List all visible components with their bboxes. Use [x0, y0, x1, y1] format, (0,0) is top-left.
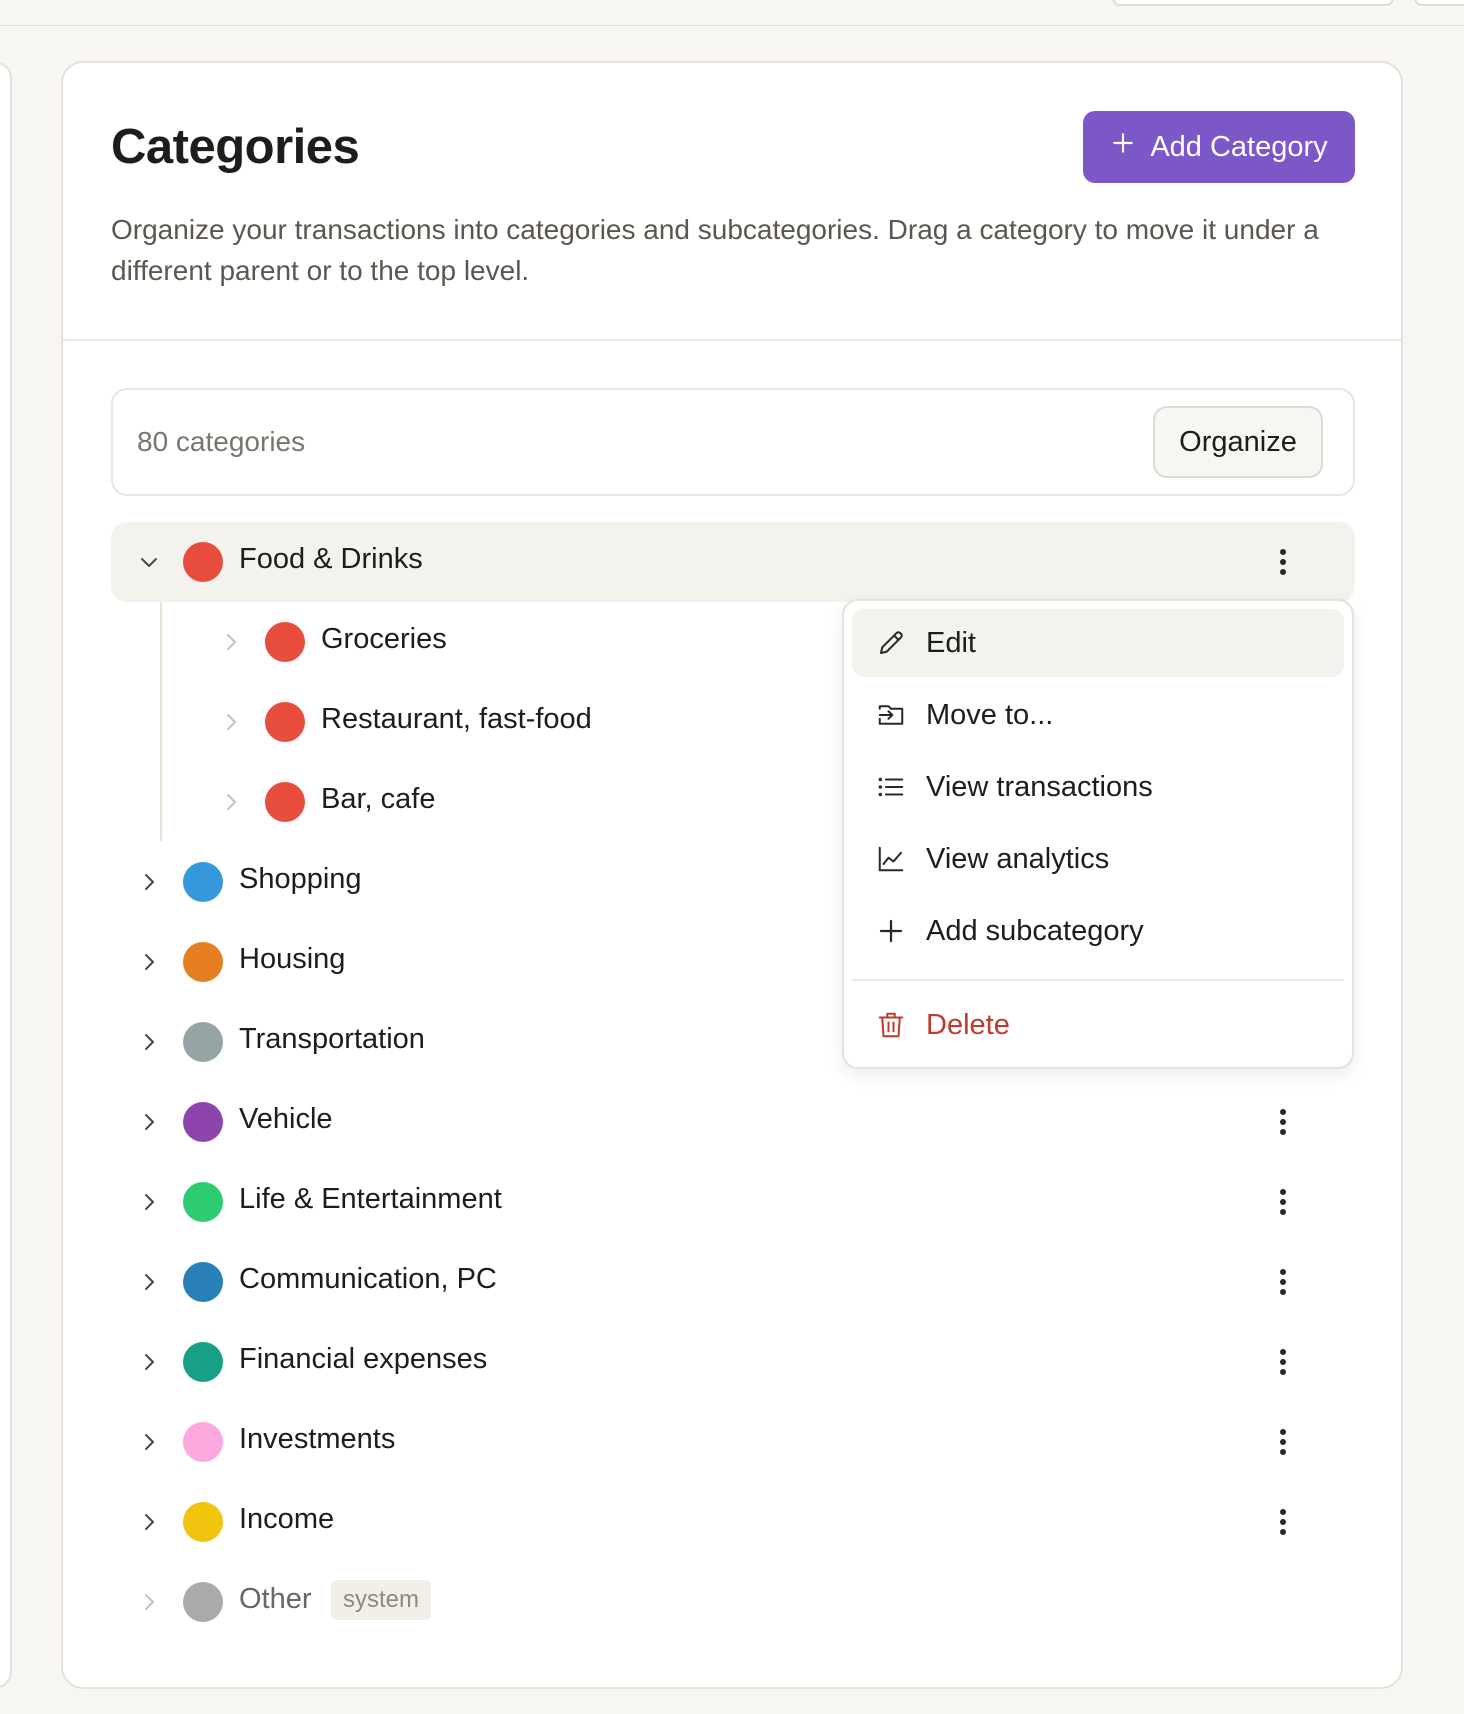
category-row[interactable]: Life & Entertainment — [111, 1162, 1355, 1242]
category-color-dot — [183, 1262, 223, 1302]
pencil-icon — [876, 628, 906, 658]
category-color-dot — [183, 1182, 223, 1222]
folder-move-icon — [876, 700, 906, 730]
category-label: Transportation — [239, 1023, 425, 1055]
chevron-right-icon[interactable] — [137, 1110, 161, 1134]
category-color-dot — [265, 622, 305, 662]
card-header: Categories Add Category Organize your tr… — [63, 63, 1401, 341]
menu-item-label: Delete — [926, 1009, 1010, 1041]
category-row[interactable]: Vehicle — [111, 1082, 1355, 1162]
add-category-button[interactable]: Add Category — [1083, 111, 1355, 183]
more-options-icon[interactable] — [1263, 1502, 1303, 1542]
category-color-dot — [265, 702, 305, 742]
menu-item-label: View transactions — [926, 771, 1153, 803]
category-label: Shopping — [239, 863, 362, 895]
chevron-right-icon[interactable] — [219, 790, 243, 814]
chevron-right-icon[interactable] — [137, 1030, 161, 1054]
list-icon — [876, 772, 906, 802]
more-options-icon[interactable] — [1263, 1102, 1303, 1142]
category-label: Food & Drinks — [239, 543, 423, 575]
category-color-dot — [265, 782, 305, 822]
chevron-right-icon[interactable] — [137, 1430, 161, 1454]
menu-item-edit[interactable]: Edit — [852, 609, 1344, 677]
category-label: Life & Entertainment — [239, 1183, 502, 1215]
side-panel — [0, 62, 12, 1688]
category-color-dot — [183, 1582, 223, 1622]
category-label: Other — [239, 1583, 312, 1615]
menu-item-view-analytics[interactable]: View analytics — [852, 825, 1344, 893]
plus-icon — [876, 916, 906, 946]
chevron-right-icon[interactable] — [137, 1510, 161, 1534]
chevron-down-icon[interactable] — [137, 550, 161, 574]
plus-icon — [1110, 130, 1136, 164]
category-row[interactable]: Financial expenses — [111, 1322, 1355, 1402]
page-title: Categories — [111, 120, 360, 174]
category-label: Income — [239, 1503, 335, 1535]
category-color-dot — [183, 1022, 223, 1062]
menu-item-label: Edit — [926, 627, 976, 659]
more-options-icon[interactable] — [1263, 542, 1303, 582]
category-color-dot — [183, 1422, 223, 1462]
trash-icon — [876, 1010, 906, 1040]
menu-item-label: Add subcategory — [926, 915, 1144, 947]
category-label: Vehicle — [239, 1103, 333, 1135]
menu-item-delete[interactable]: Delete — [852, 991, 1344, 1059]
category-row[interactable]: Income — [111, 1482, 1355, 1562]
category-row[interactable]: Food & Drinks — [111, 522, 1355, 602]
menu-item-add-subcategory[interactable]: Add subcategory — [852, 897, 1344, 965]
category-label: Investments — [239, 1423, 396, 1455]
chevron-right-icon[interactable] — [137, 950, 161, 974]
category-color-dot — [183, 1102, 223, 1142]
chevron-right-icon[interactable] — [137, 1590, 161, 1614]
page-description: Organize your transactions into categori… — [111, 214, 1319, 286]
category-row[interactable]: Investments — [111, 1402, 1355, 1482]
add-category-label: Add Category — [1150, 130, 1328, 163]
chevron-right-icon[interactable] — [219, 710, 243, 734]
category-label: Bar, cafe — [321, 783, 436, 815]
category-label: Housing — [239, 943, 346, 975]
category-label: Restaurant, fast-food — [321, 703, 592, 735]
chevron-right-icon[interactable] — [137, 1190, 161, 1214]
category-row[interactable]: Other system — [111, 1562, 1355, 1642]
category-color-dot — [183, 1342, 223, 1382]
category-context-menu: Edit Move to... View transactions View a… — [842, 599, 1354, 1069]
organize-button[interactable]: Organize — [1153, 406, 1323, 478]
more-options-icon[interactable] — [1263, 1182, 1303, 1222]
category-color-dot — [183, 862, 223, 902]
category-color-dot — [183, 1502, 223, 1542]
menu-divider — [852, 979, 1344, 981]
category-color-dot — [183, 542, 223, 582]
category-label: Groceries — [321, 623, 447, 655]
chevron-right-icon[interactable] — [137, 1270, 161, 1294]
top-bar — [0, 0, 1464, 26]
category-label: Communication, PC — [239, 1263, 497, 1295]
more-options-icon[interactable] — [1263, 1342, 1303, 1382]
menu-item-label: Move to... — [926, 699, 1054, 731]
category-color-dot — [183, 942, 223, 982]
chevron-right-icon[interactable] — [219, 630, 243, 654]
category-count: 80 categories — [137, 426, 306, 457]
system-tag: system — [331, 1580, 432, 1620]
category-label: Financial expenses — [239, 1343, 488, 1375]
chevron-right-icon[interactable] — [137, 1350, 161, 1374]
menu-item-label: View analytics — [926, 843, 1110, 875]
menu-item-view-transactions[interactable]: View transactions — [852, 753, 1344, 821]
chevron-right-icon[interactable] — [137, 870, 161, 894]
more-options-icon[interactable] — [1263, 1422, 1303, 1462]
more-options-icon[interactable] — [1263, 1262, 1303, 1302]
category-row[interactable]: Communication, PC — [111, 1242, 1355, 1322]
chart-line-icon — [876, 844, 906, 874]
top-control[interactable] — [1112, 0, 1394, 6]
top-control-secondary[interactable] — [1414, 0, 1464, 6]
categories-toolbar: 80 categories Organize — [111, 388, 1355, 496]
menu-item-move-to[interactable]: Move to... — [852, 681, 1344, 749]
